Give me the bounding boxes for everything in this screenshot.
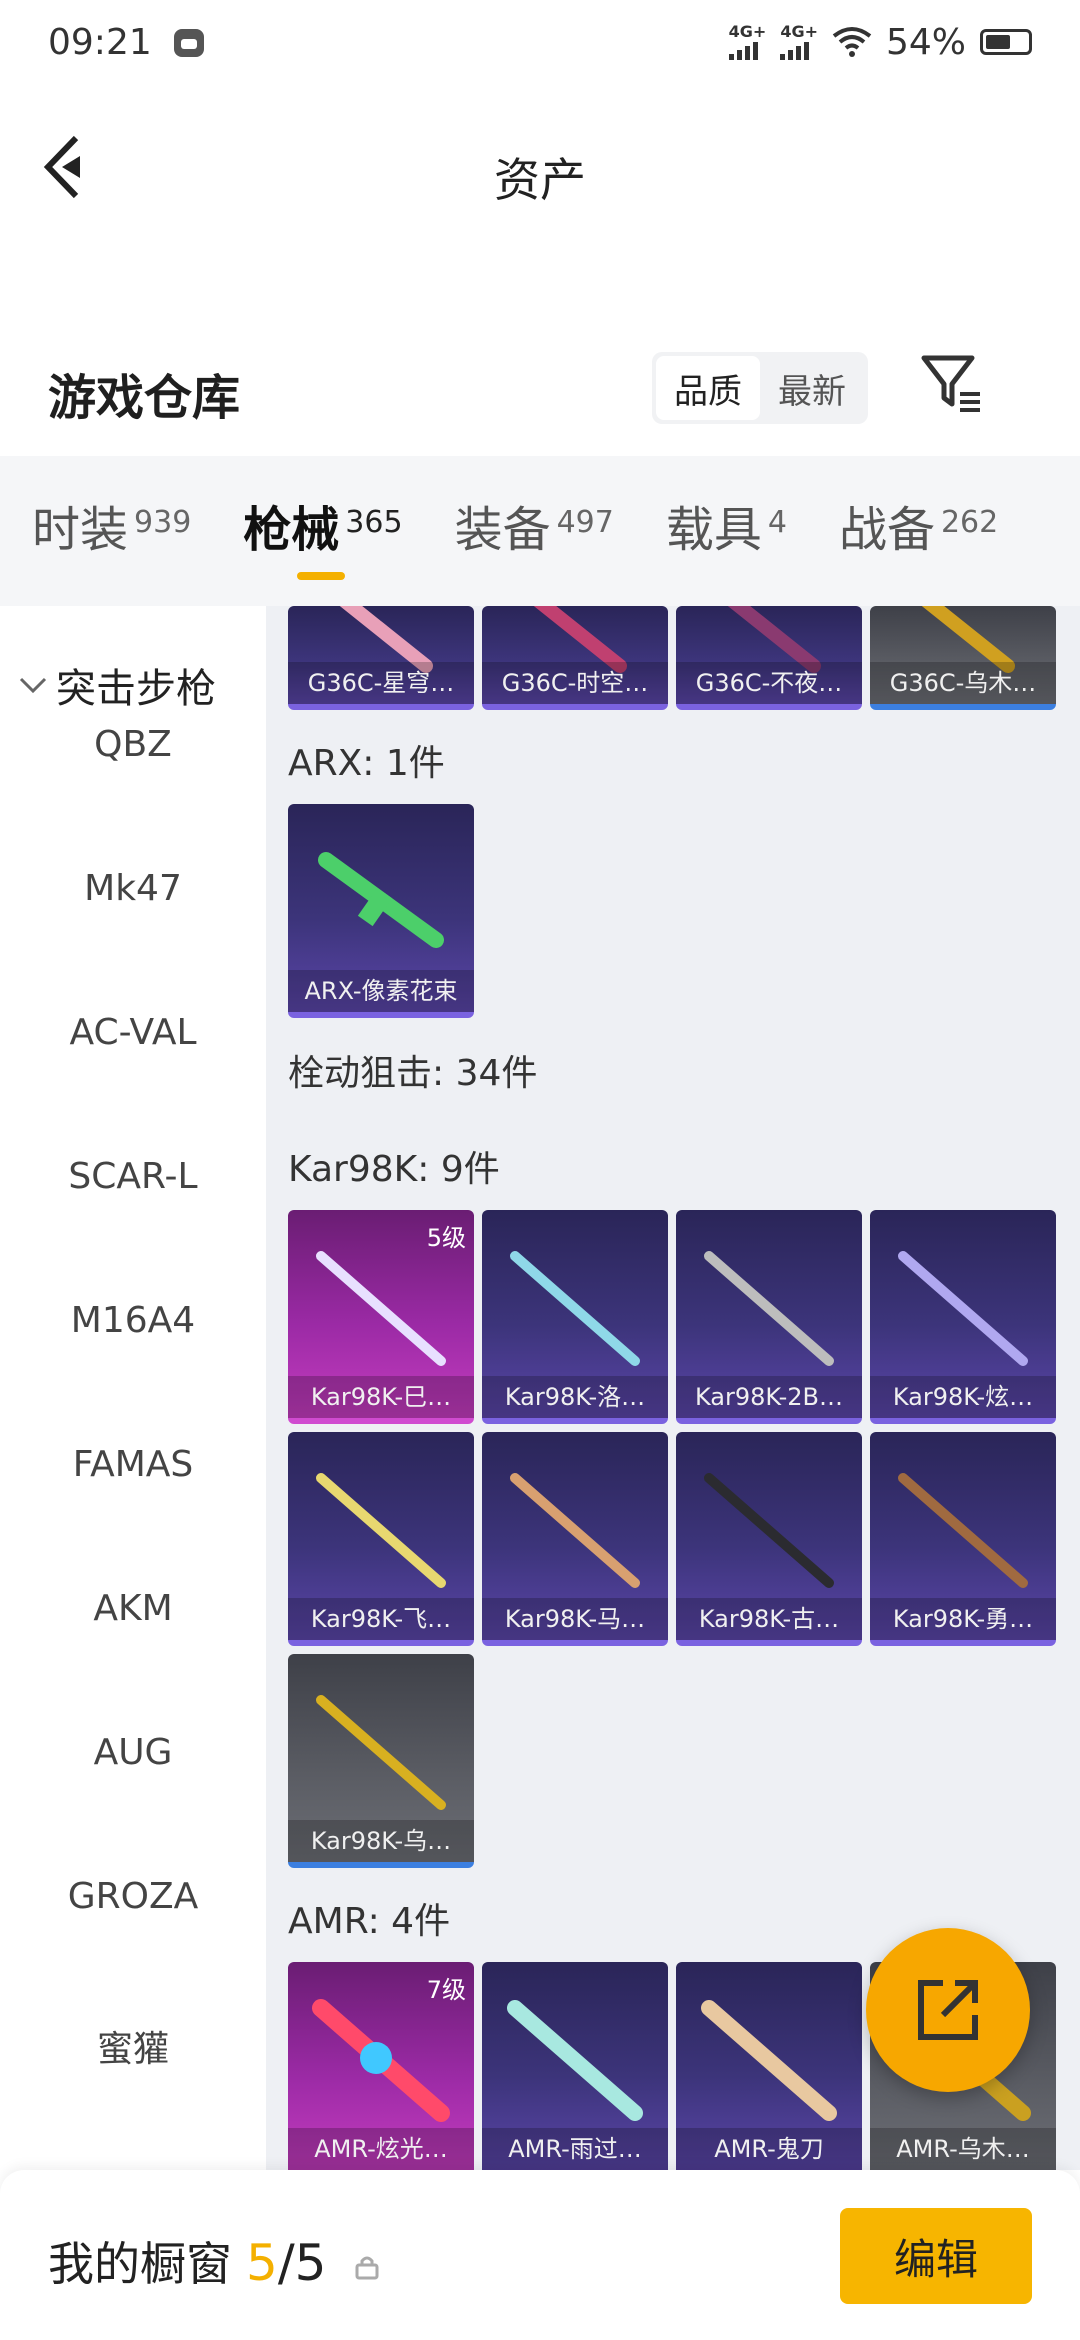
weapon-card[interactable]: Kar98K-飞… (288, 1432, 474, 1646)
page-title: 资产 (494, 153, 586, 207)
weapon-card[interactable]: AMR-雨过… (482, 1962, 668, 2170)
tab-vehicles[interactable]: 载具 4 (666, 490, 787, 572)
edit-button[interactable]: 编辑 (840, 2208, 1032, 2304)
weapon-card[interactable]: Kar98K-2B… (676, 1210, 862, 1424)
sniper-rifle-icon (316, 1251, 446, 1366)
sniper-rifle-icon (316, 1695, 446, 1810)
sort-newest-button[interactable]: 最新 (760, 356, 864, 420)
rifle-icon (318, 852, 444, 948)
sidebar-item-aug[interactable]: AUG (0, 1732, 266, 1773)
sidebar-item-ac-val[interactable]: AC-VAL (0, 1012, 266, 1053)
sidebar-item-famas[interactable]: FAMAS (0, 1444, 266, 1485)
sniper-rifle-icon (898, 1251, 1028, 1366)
category-tabs: 时装 939 枪械 365 装备 497 载具 4 战备 262 (0, 456, 1080, 606)
sidebar-item-scar-l[interactable]: SCAR-L (0, 1156, 266, 1197)
sniper-rifle-icon (510, 1251, 640, 1366)
sniper-rifle-icon (704, 1473, 834, 1588)
wifi-icon (832, 27, 872, 57)
tab-equipment[interactable]: 装备 497 (455, 490, 614, 572)
sort-toggle[interactable]: 品质 最新 (652, 352, 868, 424)
weapon-card[interactable]: Kar98K-炫… (870, 1210, 1056, 1424)
app-notification-icon (173, 29, 204, 57)
sidebar-item-mk47[interactable]: Mk47 (0, 868, 266, 909)
weapon-card[interactable]: Kar98K-洛… (482, 1210, 668, 1424)
weapon-card[interactable]: G36C-时空… (482, 606, 668, 710)
sidebar-item-honey-badger[interactable]: 蜜獾 (0, 2020, 266, 2072)
page-header: 资产 (0, 84, 1080, 254)
tab-gear[interactable]: 战备 262 (839, 490, 998, 572)
sniper-rifle-icon (316, 1473, 446, 1588)
sidebar-header[interactable]: 突击步枪 (18, 656, 216, 714)
sidebar-item-akm[interactable]: AKM (0, 1588, 266, 1629)
sort-quality-button[interactable]: 品质 (656, 356, 760, 420)
share-external-icon (918, 1980, 978, 2040)
weapon-card[interactable]: AMR-鬼刀 (676, 1962, 862, 2170)
showcase-bar: 我的橱窗 5/5 编辑 (0, 2170, 1080, 2340)
warehouse-title: 游戏仓库 (48, 370, 241, 426)
filter-icon[interactable] (920, 352, 984, 416)
group-label-bolt-sniper: 栓动狙击: 34件 (288, 1053, 538, 1094)
sniper-rifle-icon (312, 1999, 450, 2122)
share-fab-button[interactable] (866, 1928, 1030, 2092)
sidebar-item-m16a4[interactable]: M16A4 (0, 1300, 266, 1341)
weapon-card[interactable]: Kar98K-勇… (870, 1432, 1056, 1646)
sniper-rifle-icon (510, 1473, 640, 1588)
chevron-down-icon (19, 677, 47, 694)
battery-icon (980, 29, 1032, 55)
weapon-card[interactable]: Kar98K-古… (676, 1432, 862, 1646)
weapon-card[interactable]: G36C-星穹… (288, 606, 474, 710)
sniper-rifle-icon (704, 1251, 834, 1366)
weapon-card[interactable]: Kar98K-马… (482, 1432, 668, 1646)
sniper-rifle-icon (507, 2000, 643, 2121)
weapon-card[interactable]: G36C-乌木… (870, 606, 1056, 710)
status-bar: 09:21 4G+ 4G+ 54% (0, 0, 1080, 84)
tab-fashion[interactable]: 时装 939 (32, 490, 191, 572)
weapon-card[interactable]: 7级 AMR-炫光… (288, 1962, 474, 2170)
tab-guns[interactable]: 枪械 365 (243, 490, 403, 580)
weapon-sidebar: 突击步枪 QBZ Mk47 AC-VAL SCAR-L M16A4 FAMAS … (0, 606, 266, 2170)
weapon-card[interactable]: ARX-像素花束 (288, 804, 474, 1018)
showcase-count: 5/5 (246, 2234, 327, 2292)
weapon-card[interactable]: 5级 Kar98K-巳… (288, 1210, 474, 1424)
battery-percent: 54% (885, 21, 966, 63)
signal-1-icon: 4G+ (728, 24, 766, 60)
weapon-card[interactable]: G36C-不夜… (676, 606, 862, 710)
signal-2-icon: 4G+ (780, 24, 818, 60)
group-label-arx: ARX: 1件 (288, 743, 445, 784)
group-label-amr: AMR: 4件 (288, 1901, 451, 1942)
showcase-label: 我的橱窗 5/5 (48, 2228, 380, 2294)
sidebar-item-groza[interactable]: GROZA (0, 1876, 266, 1917)
group-label-kar98k: Kar98K: 9件 (288, 1149, 500, 1190)
sidebar-item-qbz[interactable]: QBZ (0, 724, 266, 765)
lock-icon (355, 2256, 379, 2280)
sniper-rifle-icon (898, 1473, 1028, 1588)
weapon-card[interactable]: Kar98K-乌… (288, 1654, 474, 1868)
sniper-rifle-icon (701, 2000, 837, 2121)
status-time: 09:21 (48, 21, 152, 63)
